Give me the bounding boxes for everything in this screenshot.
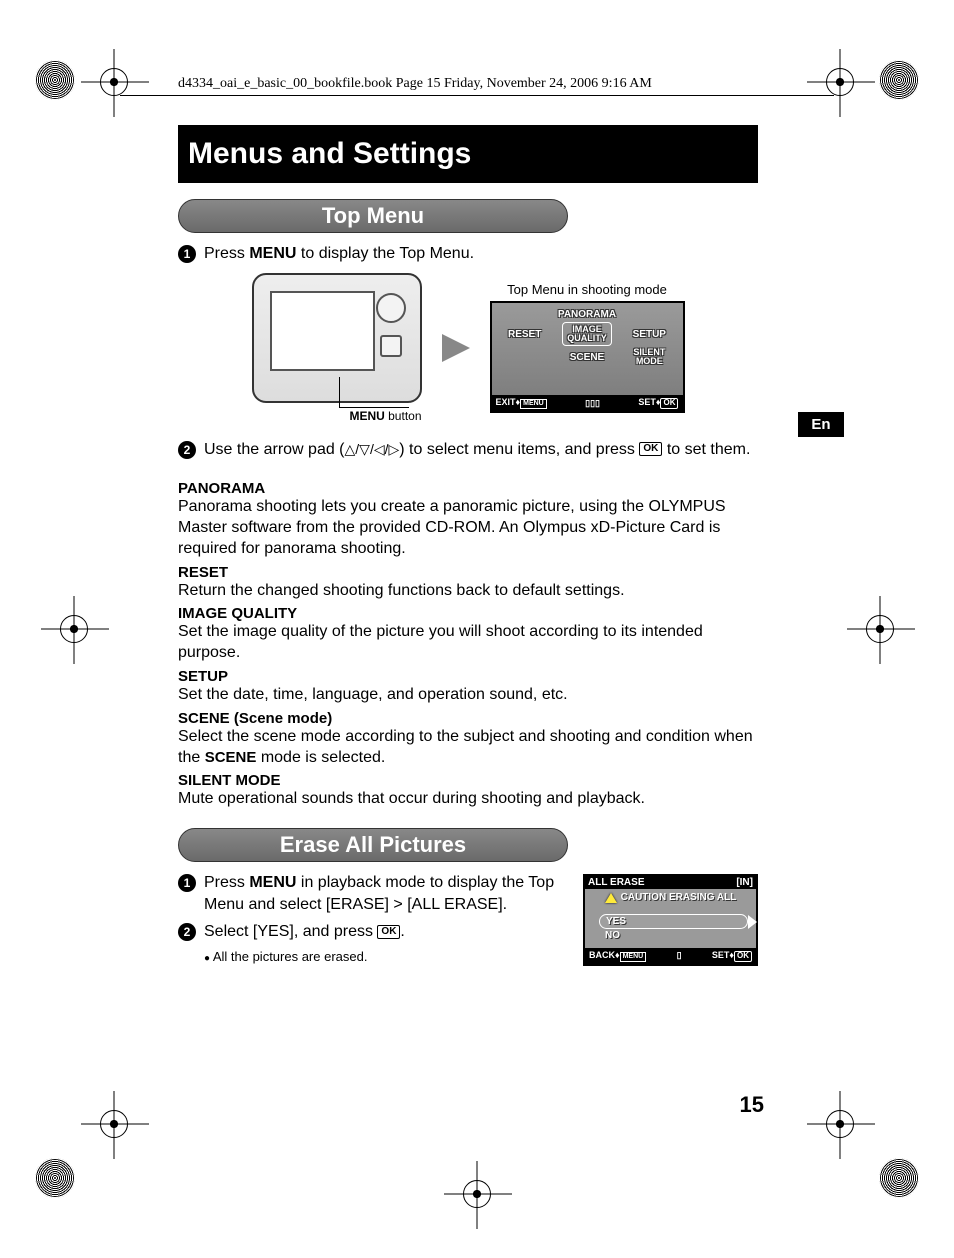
card-icon: ▯▯▯ [585,398,600,409]
crop-mark-icon [35,60,75,100]
lcd-item-panorama: PANORAMA [558,309,616,320]
step-text: to set them. [662,441,750,458]
term-silent-mode-body: Mute operational sounds that occur durin… [178,789,758,810]
lcd-warning: CAUTION ERASING ALL [585,889,756,906]
menu-button-caption: MENU button [252,409,422,423]
term-reset: RESET [178,564,758,581]
lcd-memory-indicator: [IN] [736,877,753,888]
registration-mark-icon [826,68,854,96]
lcd-top-menu-figure: Top Menu in shooting mode PANORAMA RESET… [490,282,685,413]
crop-mark-icon [35,1158,75,1198]
term-image-quality: IMAGE QUALITY [178,605,758,622]
lcd-option-yes: YES [599,914,748,929]
ok-button-icon: OK [377,925,400,939]
lcd-footer-bar: EXIT♦MENU ▯▯▯ SET♦OK [492,395,683,411]
section-heading-top-menu: Top Menu [178,199,568,233]
term-silent-mode: SILENT MODE [178,772,758,789]
lcd-item-reset: RESET [508,329,541,340]
term-panorama: PANORAMA [178,480,758,497]
lcd-item-image-quality: IMAGEQUALITY [562,322,612,346]
registration-mark-icon [100,1110,128,1138]
page-number: 15 [740,1092,764,1118]
step-text: to display the Top Menu. [296,245,474,262]
chapter-title: Menus and Settings [178,125,758,183]
registration-mark-icon [100,68,128,96]
crop-mark-icon [879,60,919,100]
lcd-item-setup: SETUP [633,329,666,340]
step-1-top-menu: 1 Press MENU to display the Top Menu. [178,243,758,265]
registration-mark-icon [60,615,88,643]
arrow-pad-glyphs: △/▽/◁/▷ [345,441,400,457]
term-setup-body: Set the date, time, language, and operat… [178,685,758,706]
registration-mark-icon [826,1110,854,1138]
camera-illustration: MENU button [252,273,422,423]
ok-button-icon: OK [639,442,662,456]
lcd-title: ALL ERASE [588,877,645,888]
term-scene-body: Select the scene mode according to the s… [178,727,758,769]
lcd-item-silent-mode: SILENTMODE [633,348,665,366]
step-1-erase: 1 Press MENU in playback mode to display… [178,872,573,915]
step-text: Use the arrow pad ( [204,441,345,458]
running-header: d4334_oai_e_basic_00_bookfile.book Page … [178,76,652,92]
language-tab: En [798,412,844,437]
lcd-erase-figure: ALL ERASE [IN] CAUTION ERASING ALL YES N… [583,874,758,966]
menu-keyword: MENU [249,245,296,262]
term-setup: SETUP [178,668,758,685]
step-2-top-menu: 2 Use the arrow pad (△/▽/◁/▷) to select … [178,439,758,461]
crop-mark-icon [879,1158,919,1198]
warning-triangle-icon [605,893,617,903]
step-text: ) to select menu items, and press [399,441,639,458]
term-image-quality-body: Set the image quality of the picture you… [178,622,758,664]
figure-row: MENU button Top Menu in shooting mode PA… [178,273,758,423]
lcd-caption: Top Menu in shooting mode [507,282,667,297]
step-number-icon: 2 [178,441,196,459]
step-2-erase: 2 Select [YES], and press OK. [178,921,573,943]
lcd-option-no: NO [599,929,748,942]
term-panorama-body: Panorama shooting lets you create a pano… [178,497,758,559]
step-text: Press [204,245,249,262]
card-icon: ▯ [677,950,682,962]
menu-keyword: MENU [249,874,296,891]
section-heading-erase-all: Erase All Pictures [178,828,568,862]
scene-mode-glyph: SCENE [205,749,257,766]
registration-mark-icon [866,615,894,643]
lcd-footer-bar: BACK♦MENU ▯ SET♦OK [585,948,756,964]
header-rule [120,95,834,96]
step-number-icon: 2 [178,923,196,941]
step-number-icon: 1 [178,874,196,892]
lcd-item-scene: SCENE [570,352,604,363]
registration-mark-icon [463,1180,491,1208]
arrow-right-icon [442,334,470,362]
term-reset-body: Return the changed shooting functions ba… [178,581,758,602]
term-scene: SCENE (Scene mode) [178,710,758,727]
step-number-icon: 1 [178,245,196,263]
